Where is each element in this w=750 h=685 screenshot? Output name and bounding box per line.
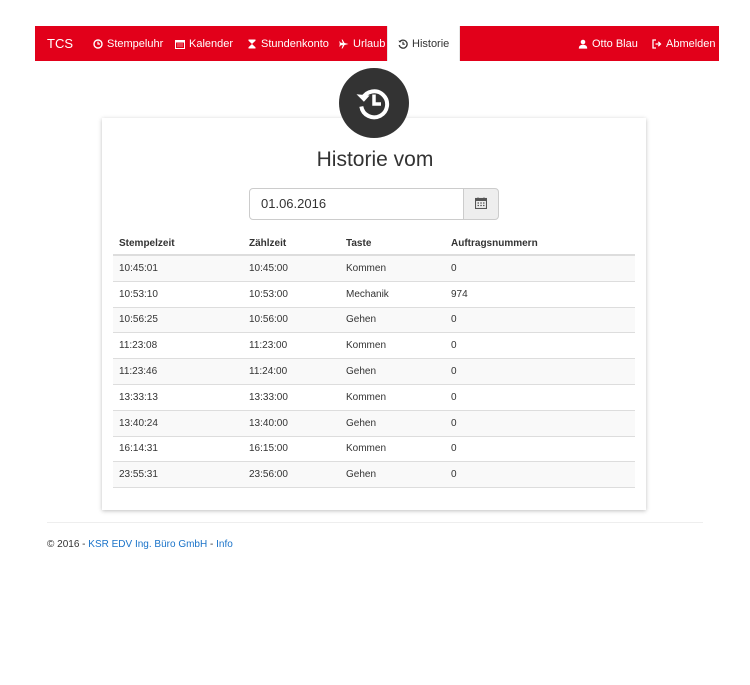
stempelzeit-cell: 13:40:24	[119, 417, 158, 429]
nav-historie[interactable]: Historie	[387, 26, 461, 61]
history-icon	[398, 39, 408, 49]
auftragsnummer-cell: 0	[451, 391, 457, 403]
taste-cell: Gehen	[346, 366, 377, 378]
auftragsnummer-cell: 974	[451, 288, 468, 300]
nav-stempeluhr[interactable]: Stempeluhr	[93, 26, 163, 61]
stempelzeit-cell: 10:53:10	[119, 288, 158, 300]
nav-stempeluhr-label: Stempeluhr	[107, 37, 164, 50]
table-row: 11:23:08 11:23:00 Kommen 0	[113, 333, 635, 360]
auftragsnummer-cell: 0	[451, 340, 457, 352]
history-table: Stempelzeit Zählzeit Taste Auftragsnumme…	[113, 232, 635, 489]
taste-cell: Gehen	[346, 469, 377, 481]
table-row: 10:53:10 10:53:00 Mechanik 974	[113, 282, 635, 308]
stempelzeit-cell: 16:14:31	[119, 443, 158, 455]
table-row: 13:40:24 13:40:00 Gehen 0	[113, 410, 635, 437]
table-row: 10:56:25 10:56:00 Gehen 0	[113, 307, 635, 334]
nav-user-label: Otto Blau	[592, 37, 638, 50]
taste-cell: Kommen	[346, 443, 387, 455]
nav-stundenkonto-label: Stundenkonto	[261, 37, 329, 50]
table-header: Stempelzeit Zählzeit Taste Auftragsnumme…	[113, 232, 635, 256]
info-link[interactable]: Info	[216, 539, 233, 550]
nav-stundenkonto[interactable]: Stundenkonto	[247, 26, 329, 61]
zaehlzeit-cell: 13:33:00	[249, 391, 288, 403]
taste-cell: Kommen	[346, 340, 387, 352]
zaehlzeit-cell: 10:45:00	[249, 262, 288, 274]
auftragsnummer-cell: 0	[451, 366, 457, 378]
zaehlzeit-cell: 23:56:00	[249, 469, 288, 481]
footer: © 2016 - KSR EDV Ing. Büro GmbH - Info	[47, 539, 233, 550]
nav-historie-label: Historie	[412, 37, 450, 50]
auftragsnummer-cell: 0	[451, 417, 457, 429]
plane-icon	[339, 39, 349, 49]
footer-separator: -	[207, 539, 217, 550]
zaehlzeit-cell: 13:40:00	[249, 417, 288, 429]
stempelzeit-cell: 13:33:13	[119, 391, 158, 403]
user-icon	[578, 39, 588, 49]
zaehlzeit-cell: 10:53:00	[249, 288, 288, 300]
page-title: Historie vom	[316, 148, 434, 171]
column-header: Taste	[346, 237, 372, 249]
stempelzeit-cell: 11:23:46	[119, 366, 158, 378]
top-navbar: TCS Stempeluhr Kalender Stundenkonto Url…	[35, 26, 719, 61]
nav-urlaub[interactable]: Urlaub	[339, 26, 385, 61]
brand-logo[interactable]: TCS	[47, 26, 73, 61]
table-row: 11:23:46 11:24:00 Gehen 0	[113, 359, 635, 385]
taste-cell: Kommen	[346, 262, 387, 274]
copyright-text: © 2016 -	[47, 539, 89, 550]
stempelzeit-cell: 10:45:01	[119, 262, 158, 274]
zaehlzeit-cell: 16:15:00	[249, 443, 288, 455]
company-link[interactable]: KSR EDV Ing. Büro GmbH	[88, 539, 207, 550]
table-row: 23:55:31 23:56:00 Gehen 0	[113, 462, 635, 489]
zaehlzeit-cell: 11:24:00	[249, 366, 288, 378]
stempelzeit-cell: 23:55:31	[119, 469, 158, 481]
nav-abmelden[interactable]: Abmelden	[652, 26, 716, 61]
nav-abmelden-label: Abmelden	[666, 37, 716, 50]
date-field[interactable]: 01.06.2016	[249, 188, 464, 220]
column-header: Zählzeit	[249, 237, 287, 249]
taste-cell: Gehen	[346, 314, 377, 326]
column-header: Auftragsnummern	[451, 237, 538, 249]
auftragsnummer-cell: 0	[451, 262, 457, 274]
stempelzeit-cell: 11:23:08	[119, 340, 158, 352]
table-row: 13:33:13 13:33:00 Kommen 0	[113, 385, 635, 411]
auftragsnummer-cell: 0	[451, 469, 457, 481]
calendar-icon	[474, 197, 488, 212]
zaehlzeit-cell: 10:56:00	[249, 314, 288, 326]
table-row: 10:45:01 10:45:00 Kommen 0	[113, 256, 635, 282]
nav-urlaub-label: Urlaub	[353, 37, 386, 50]
auftragsnummer-cell: 0	[451, 314, 457, 326]
column-header: Stempelzeit	[119, 237, 175, 249]
datepicker-button[interactable]	[463, 188, 499, 220]
zaehlzeit-cell: 11:23:00	[249, 340, 288, 352]
calendar-icon	[175, 39, 185, 49]
auftragsnummer-cell: 0	[451, 443, 457, 455]
hourglass-icon	[247, 39, 257, 49]
taste-cell: Gehen	[346, 417, 377, 429]
footer-divider	[47, 522, 703, 523]
taste-cell: Kommen	[346, 391, 387, 403]
taste-cell: Mechanik	[346, 288, 389, 300]
table-row: 16:14:31 16:15:00 Kommen 0	[113, 437, 635, 463]
nav-kalender-label: Kalender	[189, 37, 234, 50]
nav-kalender[interactable]: Kalender	[175, 26, 233, 61]
history-badge-icon	[339, 68, 409, 138]
stempelzeit-cell: 10:56:25	[119, 314, 158, 326]
clock-icon	[93, 38, 103, 49]
nav-user[interactable]: Otto Blau	[578, 26, 638, 61]
logout-icon	[652, 38, 662, 49]
